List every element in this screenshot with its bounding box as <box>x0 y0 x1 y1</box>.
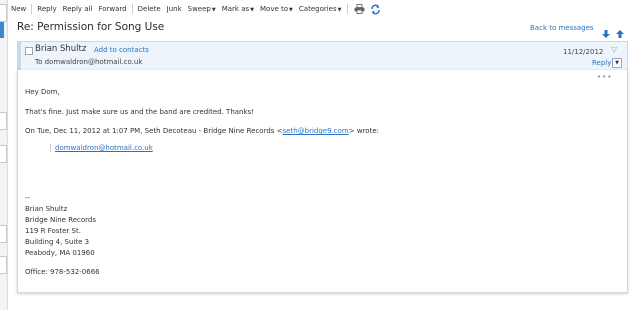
delete-button[interactable]: Delete <box>135 5 164 13</box>
more-options-icon[interactable]: ••• <box>597 73 612 81</box>
strip-item[interactable] <box>0 112 7 130</box>
toolbar: New Reply Reply all Forward Delete Junk … <box>8 0 640 18</box>
signature-street: 119 R Foster St. <box>25 227 81 235</box>
message-body: ••• Hey Dom, That's fine. Just make sure… <box>17 70 628 293</box>
mark-as-label: Mark as <box>221 5 250 13</box>
forward-button[interactable]: Forward <box>95 5 129 13</box>
categories-label: Categories <box>298 5 337 13</box>
strip-item[interactable] <box>0 256 7 274</box>
printer-icon[interactable] <box>354 3 366 15</box>
reply-link[interactable]: Reply <box>592 59 611 67</box>
sweep-button[interactable]: Sweep▼ <box>185 5 219 13</box>
quote-suffix: > wrote: <box>348 127 379 135</box>
signature-city: Peabody, MA 01960 <box>25 249 95 257</box>
quoted-block: domwaldron@hotmail.co.uk <box>50 144 153 152</box>
sync-icon[interactable] <box>370 3 382 15</box>
categories-button[interactable]: Categories▼ <box>296 5 345 13</box>
greeting: Hey Dom, <box>25 88 60 96</box>
recipient-line: To domwaldron@hotmail.co.uk <box>35 58 143 66</box>
chevron-down-icon: ▼ <box>250 7 255 13</box>
quoted-email-link[interactable]: domwaldron@hotmail.co.uk <box>55 144 153 152</box>
collapse-toggle[interactable] <box>25 47 33 55</box>
signature-company: Bridge Nine Records <box>25 216 97 224</box>
signature-building: Building 4, Suite 3 <box>25 238 90 246</box>
toolbar-divider <box>131 4 133 14</box>
signature-name: Brian Shultz <box>25 205 68 213</box>
arrow-down-icon[interactable] <box>601 24 611 38</box>
strip-item[interactable] <box>0 4 7 22</box>
toolbar-divider <box>31 4 33 14</box>
signature-separator: -- <box>25 194 31 202</box>
chevron-down-icon: ▼ <box>211 7 216 13</box>
strip-item[interactable] <box>0 145 7 163</box>
toolbar-divider <box>346 4 348 14</box>
strip-selection <box>0 22 4 38</box>
sweep-label: Sweep <box>187 5 211 13</box>
quote-email-link[interactable]: seth@bridge9.com <box>283 127 349 135</box>
quote-prefix: On Tue, Dec 11, 2012 at 1:07 PM, Seth De… <box>25 127 283 135</box>
left-strip <box>0 0 8 310</box>
mark-as-button[interactable]: Mark as▼ <box>219 5 257 13</box>
reply-button[interactable]: Reply <box>34 5 59 13</box>
chevron-down-icon: ▼ <box>337 7 342 13</box>
message-header: Brian Shultz Add to contacts To domwaldr… <box>17 41 628 72</box>
move-to-button[interactable]: Move to▼ <box>257 5 296 13</box>
sender-name[interactable]: Brian Shultz <box>35 44 86 54</box>
reply-menu-chevron-icon[interactable]: ▼ <box>612 58 622 68</box>
message-date: 11/12/2012 <box>563 48 604 56</box>
new-button[interactable]: New <box>8 5 29 13</box>
arrow-up-icon[interactable] <box>615 24 625 38</box>
junk-button[interactable]: Junk <box>164 5 185 13</box>
move-to-label: Move to <box>260 5 289 13</box>
signature-office: Office: 978-532-0666 <box>25 268 100 276</box>
message-subject: Re: Permission for Song Use <box>17 21 165 33</box>
quote-header: On Tue, Dec 11, 2012 at 1:07 PM, Seth De… <box>25 127 379 135</box>
back-to-messages-link[interactable]: Back to messages <box>530 24 594 32</box>
chevron-down-icon: ▼ <box>289 7 293 13</box>
flag-icon[interactable]: ▽ <box>611 45 617 54</box>
reply-all-button[interactable]: Reply all <box>60 5 96 13</box>
header-accent-bar <box>18 42 21 71</box>
strip-item[interactable] <box>0 225 7 243</box>
body-line: That's fine. Just make sure us and the b… <box>25 108 255 116</box>
add-to-contacts-link[interactable]: Add to contacts <box>94 46 149 54</box>
